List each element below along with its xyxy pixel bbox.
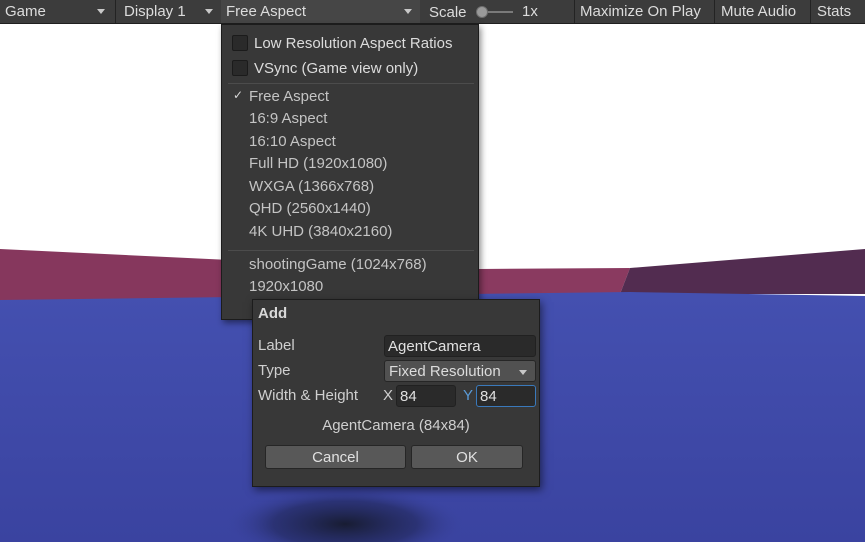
menu-item-full-hd[interactable]: Full HD (1920x1080) <box>227 153 475 174</box>
menu-item-label: QHD (2560x1440) <box>249 200 371 217</box>
wall-center <box>478 268 630 294</box>
y-axis-label: Y <box>463 387 474 404</box>
menu-item-16-9[interactable]: 16:9 Aspect <box>227 108 475 129</box>
scale-control: Scale 1x <box>424 0 574 23</box>
resolution-preview: AgentCamera (84x84) <box>322 417 470 434</box>
ok-button[interactable]: OK <box>411 445 523 469</box>
width-height-label: Width & Height <box>258 387 359 404</box>
menu-item-label: shootingGame (1024x768) <box>249 256 427 273</box>
menu-item-custom-1920x1080[interactable]: 1920x1080 <box>227 276 475 297</box>
checkbox[interactable] <box>232 60 248 76</box>
aspect-ratio-dropdown[interactable]: Free Aspect <box>221 0 420 23</box>
chevron-down-icon <box>205 9 213 14</box>
display-label: Display 1 <box>124 3 186 20</box>
add-resolution-dialog: Add Label Type Fixed Resolution Width & … <box>252 299 540 487</box>
display-dropdown[interactable]: Display 1 <box>119 0 220 23</box>
x-axis-label: X <box>383 387 394 404</box>
menu-divider <box>228 250 474 251</box>
checkbox-label: Low Resolution Aspect Ratios <box>254 34 453 52</box>
chevron-down-icon <box>97 9 105 14</box>
game-view-toolbar: Game Display 1 Free Aspect Scale 1x Maxi… <box>0 0 865 24</box>
check-icon: ✓ <box>233 88 244 102</box>
type-dropdown[interactable]: Fixed Resolution <box>384 360 536 382</box>
scale-slider-thumb[interactable] <box>476 6 488 18</box>
height-input[interactable] <box>476 385 536 407</box>
view-type-label: Game <box>5 3 46 20</box>
stats-toggle[interactable]: Stats <box>812 0 865 23</box>
aspect-ratio-label: Free Aspect <box>226 3 307 20</box>
checkbox[interactable] <box>232 35 248 51</box>
scale-label: Scale <box>429 4 467 21</box>
menu-item-4k-uhd[interactable]: 4K UHD (3840x2160) <box>227 221 475 242</box>
low-resolution-aspect-ratios-option[interactable]: Low Resolution Aspect Ratios <box>232 33 452 53</box>
chevron-down-icon <box>519 370 527 375</box>
menu-item-16-10[interactable]: 16:10 Aspect <box>227 131 475 152</box>
type-dropdown-value: Fixed Resolution <box>389 362 501 380</box>
menu-item-free-aspect[interactable]: ✓ Free Aspect <box>227 86 475 107</box>
cancel-button[interactable]: Cancel <box>265 445 406 469</box>
mute-audio-toggle[interactable]: Mute Audio <box>716 0 810 23</box>
dialog-title: Add <box>258 305 288 322</box>
width-input[interactable] <box>396 385 456 407</box>
chevron-down-icon <box>404 9 412 14</box>
vsync-option[interactable]: VSync (Game view only) <box>232 58 418 78</box>
aspect-ratio-menu: Low Resolution Aspect Ratios VSync (Game… <box>221 24 479 320</box>
menu-divider <box>228 83 474 84</box>
menu-item-custom-shootinggame[interactable]: shootingGame (1024x768) <box>227 254 475 275</box>
menu-item-label: 4K UHD (3840x2160) <box>249 223 393 240</box>
checkbox-label: VSync (Game view only) <box>254 59 419 77</box>
menu-item-qhd[interactable]: QHD (2560x1440) <box>227 198 475 219</box>
view-type-dropdown[interactable]: Game <box>0 0 115 23</box>
menu-item-label: Free Aspect <box>249 88 330 105</box>
menu-item-label: Full HD (1920x1080) <box>249 155 388 172</box>
toolbar-divider <box>115 0 116 23</box>
menu-item-label: 16:10 Aspect <box>249 133 336 150</box>
mute-audio-label: Mute Audio <box>721 3 797 20</box>
scale-value: 1x <box>522 3 538 20</box>
menu-item-label: 1920x1080 <box>249 278 324 295</box>
menu-item-label: WXGA (1366x768) <box>249 178 375 195</box>
type-field-label: Type <box>258 362 291 379</box>
label-field-label: Label <box>258 337 295 354</box>
menu-item-label: 16:9 Aspect <box>249 110 328 127</box>
maximize-on-play-toggle[interactable]: Maximize On Play <box>575 0 714 23</box>
toolbar-divider <box>810 0 811 23</box>
maximize-on-play-label: Maximize On Play <box>580 3 701 20</box>
stats-label: Stats <box>817 3 852 20</box>
label-input[interactable] <box>384 335 536 357</box>
menu-item-wxga[interactable]: WXGA (1366x768) <box>227 176 475 197</box>
toolbar-divider <box>714 0 715 23</box>
